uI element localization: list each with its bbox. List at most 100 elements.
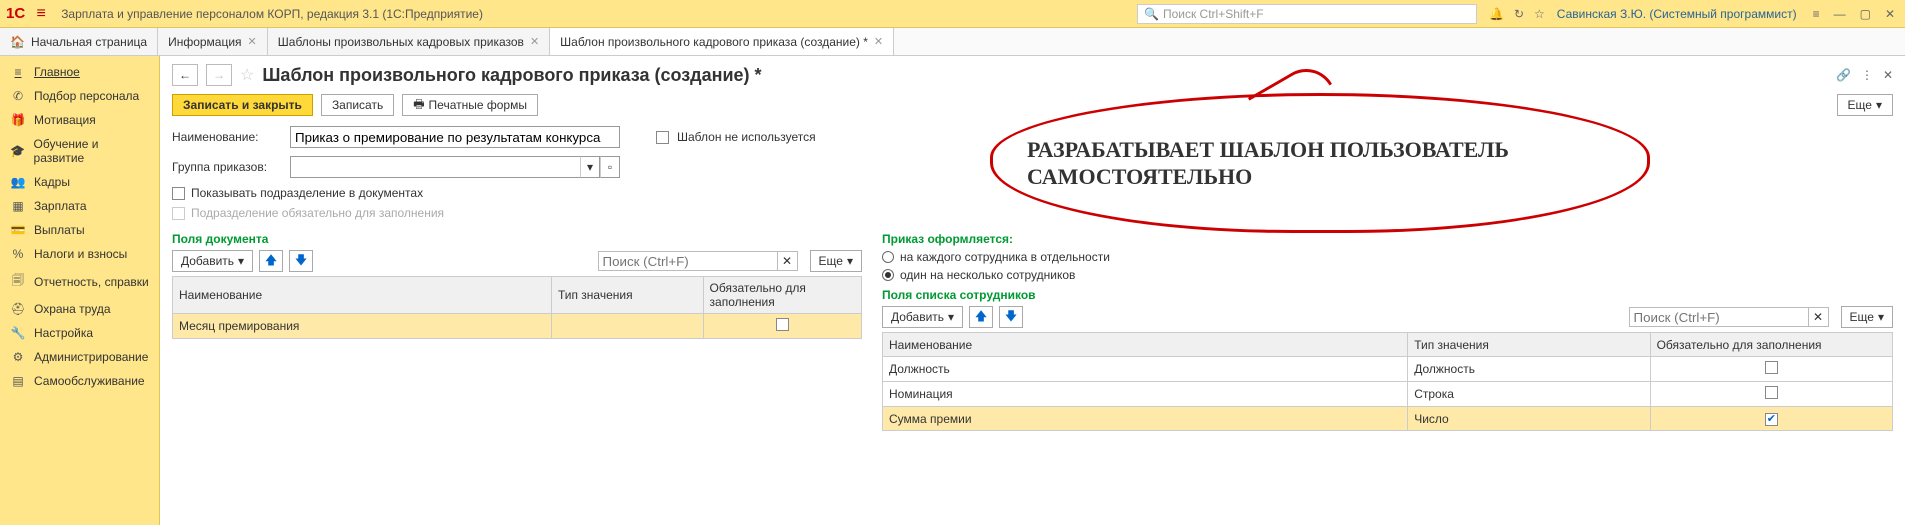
show-dept-checkbox[interactable]	[172, 187, 185, 200]
tab-home[interactable]: 🏠 Начальная страница	[0, 28, 158, 55]
chevron-down-icon: ▾	[948, 310, 954, 324]
menu-icon: ≡	[10, 65, 26, 79]
emp-more-button[interactable]: Еще ▾	[1841, 306, 1893, 328]
group-input[interactable]	[290, 156, 580, 178]
cap-icon: 🎓	[10, 144, 26, 158]
chevron-down-icon: ▾	[847, 254, 853, 268]
emp-move-down-button[interactable]: 🡇	[999, 306, 1023, 328]
app-title: Зарплата и управление персоналом КОРП, р…	[61, 7, 483, 21]
name-input[interactable]	[290, 126, 620, 148]
sidebar-item-taxes[interactable]: %Налоги и взносы	[0, 242, 159, 266]
scope-multi-radio[interactable]	[882, 269, 894, 281]
emp-search-input[interactable]	[1629, 307, 1809, 327]
doc-move-down-button[interactable]: 🡇	[289, 250, 313, 272]
emp-search-clear[interactable]: ✕	[1809, 307, 1829, 327]
gear-icon: ⚙	[10, 350, 26, 364]
doc-search-clear[interactable]: ✕	[778, 251, 798, 271]
sidebar-item-salary[interactable]: ▦Зарплата	[0, 194, 159, 218]
nav-back-button[interactable]: ←	[172, 64, 198, 86]
table-row[interactable]: Сумма премии Число	[883, 407, 1893, 431]
doc-move-up-button[interactable]: 🡅	[259, 250, 283, 272]
sidebar-item-recruit[interactable]: ✆Подбор персонала	[0, 84, 159, 108]
req-checkbox[interactable]	[776, 318, 789, 331]
sidebar-item-motivation[interactable]: 🎁Мотивация	[0, 108, 159, 132]
link-icon[interactable]: 🔗	[1836, 68, 1851, 82]
tab-close-icon[interactable]: ✕	[248, 35, 257, 48]
not-used-checkbox[interactable]	[656, 131, 669, 144]
col-req[interactable]: Обязательно для заполнения	[703, 277, 861, 314]
tab-template-create[interactable]: Шаблон произвольного кадрового приказа (…	[550, 28, 894, 55]
sidebar-item-safety[interactable]: ⛑Охрана труда	[0, 297, 159, 321]
history-icon[interactable]: ↻	[1514, 7, 1524, 21]
sidebar-item-selfservice[interactable]: ▤Самообслуживание	[0, 369, 159, 393]
emp-move-up-button[interactable]: 🡅	[969, 306, 993, 328]
save-close-button[interactable]: Записать и закрыть	[172, 94, 313, 116]
print-forms-button[interactable]: 🖶Печатные формы	[402, 94, 538, 116]
list-icon: ▤	[10, 374, 26, 388]
section-panel: ≡Главное ✆Подбор персонала 🎁Мотивация 🎓О…	[0, 56, 160, 525]
col-req[interactable]: Обязательно для заполнения	[1650, 333, 1892, 357]
star-icon[interactable]: ☆	[1534, 7, 1545, 21]
col-name[interactable]: Наименование	[173, 277, 552, 314]
close-icon[interactable]: ✕	[1881, 7, 1899, 21]
global-search[interactable]: 🔍 Поиск Ctrl+Shift+F	[1137, 4, 1477, 24]
tab-close-icon[interactable]: ✕	[874, 35, 883, 48]
nav-forward-button[interactable]: →	[206, 64, 232, 86]
favorite-icon[interactable]: ☆	[240, 65, 254, 85]
form-close-icon[interactable]: ✕	[1883, 68, 1893, 82]
sidebar-item-settings[interactable]: 🔧Настройка	[0, 321, 159, 345]
show-dept-label: Показывать подразделение в документах	[191, 186, 423, 200]
kebab-icon[interactable]: ⋮	[1861, 68, 1873, 82]
title-bar: 1С ≡ Зарплата и управление персоналом КО…	[0, 0, 1905, 28]
tab-info[interactable]: Информация ✕	[158, 28, 268, 55]
user-name[interactable]: Савинская З.Ю. (Системный программист)	[1557, 7, 1797, 21]
phone-icon: ✆	[10, 89, 26, 103]
search-icon: 🔍	[1144, 7, 1159, 21]
bell-icon[interactable]: 🔔	[1489, 7, 1504, 21]
group-label: Группа приказов:	[172, 160, 282, 174]
scope-multi-label: один на несколько сотрудников	[900, 268, 1075, 282]
emp-add-button[interactable]: Добавить ▾	[882, 306, 963, 328]
table-row[interactable]: Месяц премирования	[173, 314, 862, 339]
calendar-icon: ▦	[10, 199, 26, 213]
page-title: Шаблон произвольного кадрового приказа (…	[262, 65, 761, 86]
col-name[interactable]: Наименование	[883, 333, 1408, 357]
sidebar-item-training[interactable]: 🎓Обучение и развитие	[0, 132, 159, 170]
chevron-down-icon: ▾	[1876, 98, 1882, 112]
group-dropdown-button[interactable]: ▾	[580, 156, 600, 178]
group-open-button[interactable]: ▫	[600, 156, 620, 178]
sidebar-item-payouts[interactable]: 💳Выплаты	[0, 218, 159, 242]
minimize-icon[interactable]: —	[1830, 7, 1850, 21]
sidebar-item-hr[interactable]: 👥Кадры	[0, 170, 159, 194]
col-type[interactable]: Тип значения	[551, 277, 703, 314]
tab-close-icon[interactable]: ✕	[530, 35, 539, 48]
doc-add-button[interactable]: Добавить ▾	[172, 250, 253, 272]
sidebar-item-main[interactable]: ≡Главное	[0, 60, 159, 84]
chevron-down-icon: ▾	[238, 254, 244, 268]
helmet-icon: ⛑	[10, 302, 26, 316]
card-icon: 💳	[10, 223, 26, 237]
doc-more-button[interactable]: Еще ▾	[810, 250, 862, 272]
doc-icon: 🗐	[10, 271, 26, 292]
more-button[interactable]: Еще ▾	[1837, 94, 1893, 116]
doc-search-input[interactable]	[598, 251, 778, 271]
gift-icon: 🎁	[10, 113, 26, 127]
req-checkbox[interactable]	[1765, 361, 1778, 374]
req-checkbox[interactable]	[1765, 413, 1778, 426]
sidebar-item-reports[interactable]: 🗐Отчетность, справки	[0, 266, 159, 297]
scope-each-radio[interactable]	[882, 251, 894, 263]
dept-required-label: Подразделение обязательно для заполнения	[191, 206, 444, 220]
emp-fields-heading: Поля списка сотрудников	[882, 288, 1893, 302]
restore-icon[interactable]: ▢	[1856, 7, 1875, 21]
req-checkbox[interactable]	[1765, 386, 1778, 399]
percent-icon: %	[10, 247, 26, 261]
col-type[interactable]: Тип значения	[1408, 333, 1650, 357]
table-row[interactable]: Должность Должность	[883, 357, 1893, 382]
sidebar-item-admin[interactable]: ⚙Администрирование	[0, 345, 159, 369]
main-menu-icon[interactable]: ≡	[31, 5, 51, 23]
window-layout-icon[interactable]: ≡	[1809, 7, 1824, 21]
tab-templates[interactable]: Шаблоны произвольных кадровых приказов ✕	[268, 28, 550, 55]
tab-bar: 🏠 Начальная страница Информация ✕ Шаблон…	[0, 28, 1905, 56]
save-button[interactable]: Записать	[321, 94, 394, 116]
table-row[interactable]: Номинация Строка	[883, 382, 1893, 407]
